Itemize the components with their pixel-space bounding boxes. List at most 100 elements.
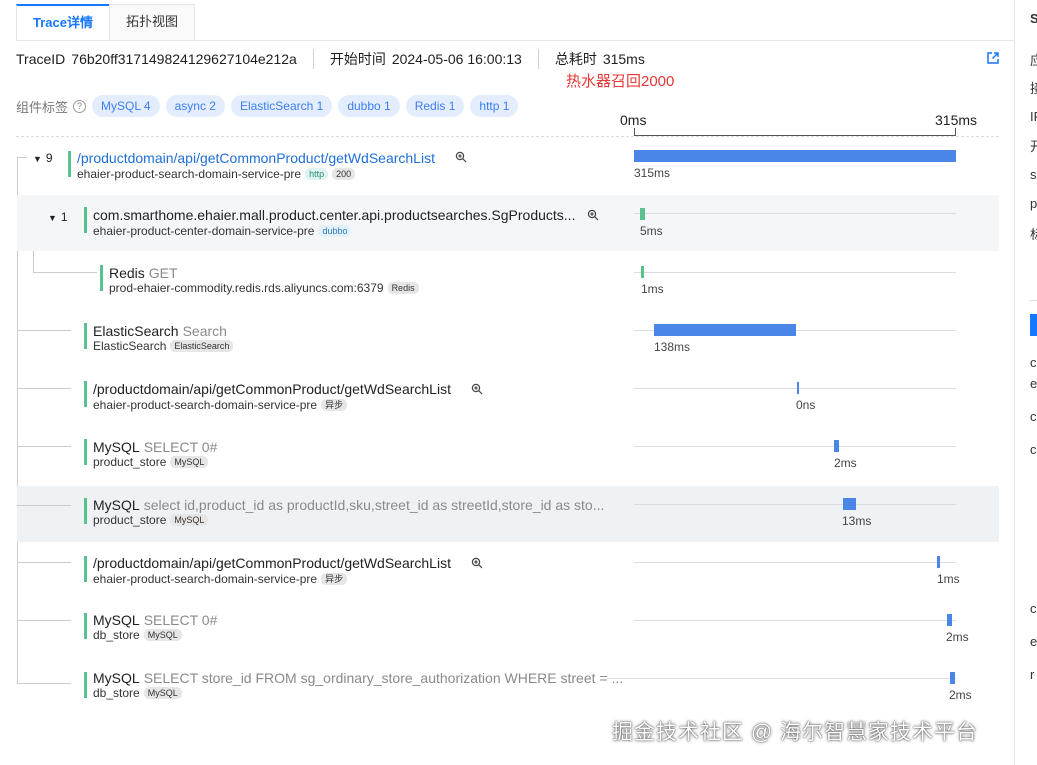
span-title[interactable]: /productdomain/api/getCommonProduct/getW… (93, 555, 451, 571)
span-duration: 1ms (937, 572, 960, 586)
span-marker (84, 439, 87, 465)
span-bar[interactable] (946, 614, 952, 626)
span-name: MySQL (93, 439, 140, 455)
zoom-icon[interactable] (471, 383, 483, 395)
tree-line (17, 446, 71, 447)
span-duration: 2ms (949, 688, 972, 702)
tag-http[interactable]: http 1 (470, 95, 519, 117)
trace-info-bar: TraceID 76b20ff317149824129627104e212a 开… (16, 49, 645, 69)
tree-line (17, 562, 71, 563)
child-count: 9 (45, 151, 53, 165)
tag-dubbo[interactable]: dubbo 1 (338, 95, 400, 117)
tab-trace-detail[interactable]: Trace详情 (16, 4, 110, 40)
start-time-value: 2024-05-06 16:00:13 (391, 51, 522, 67)
span-title[interactable]: MySQL SELECT 0# (93, 439, 217, 455)
span-title[interactable]: /productdomain/api/getCommonProduct/getW… (93, 381, 451, 397)
right-panel-button[interactable] (1030, 314, 1037, 336)
expand-toggle[interactable]: ▼ 9 (33, 151, 53, 165)
span-row[interactable]: Redis GET prod-ehaier-commodity.redis.rds… (17, 253, 999, 309)
total-duration-label: 总耗时 (554, 51, 597, 67)
service-name-line: ehaier-product-center-domain-service-pre… (93, 224, 352, 238)
span-title[interactable]: ElasticSearch Search (93, 323, 227, 339)
tab-divider (16, 40, 1015, 41)
child-count: 1 (60, 210, 68, 224)
right-panel-text: S (1030, 11, 1037, 26)
span-row[interactable]: /productdomain/api/getCommonProduct/getW… (17, 369, 999, 425)
right-panel-text: r (1030, 667, 1035, 682)
service-name-line: ehaier-product-search-domain-service-pre… (77, 167, 356, 181)
span-row[interactable]: MySQL SELECT store_id FROM sg_ordinary_st… (17, 659, 999, 715)
watermark: 掘金技术社区 @ 海尔智慧家技术平台 (612, 721, 978, 744)
span-title[interactable]: /productdomain/api/getCommonProduct/getW… (77, 150, 435, 166)
span-row[interactable]: ▼ 1 com.smarthome.ehaier.mall.product.cen… (17, 195, 999, 251)
span-bar[interactable] (796, 382, 799, 394)
span-name: /productdomain/api/getCommonProduct/getW… (93, 381, 451, 397)
span-row[interactable]: ElasticSearch Search ElasticSearch Elastic… (17, 311, 999, 367)
zoom-icon[interactable] (587, 209, 599, 221)
component-tags: 组件标签 ? MySQL 4 async 2 ElasticSearch 1 d… (16, 95, 524, 117)
protocol-badge: ElasticSearch (170, 340, 234, 352)
tree-line (17, 683, 71, 684)
span-row[interactable]: /productdomain/api/getCommonProduct/getW… (17, 543, 999, 599)
tab-topology-view[interactable]: 拓扑视图 (108, 4, 195, 40)
tag-async[interactable]: async 2 (165, 95, 225, 117)
zoom-icon[interactable] (455, 151, 467, 163)
span-title[interactable]: com.smarthome.ehaier.mall.product.center… (93, 207, 575, 223)
span-name: /productdomain/api/getCommonProduct/getW… (77, 150, 435, 166)
span-operation: Search (182, 323, 227, 339)
span-title[interactable]: Redis GET (109, 265, 178, 281)
caret-down-icon: ▼ (48, 213, 57, 223)
span-row[interactable]: ▼ 9 /productdomain/api/getCommonProduct/g… (17, 143, 999, 199)
span-row[interactable]: MySQL SELECT 0# db_store MySQL 2ms (17, 601, 999, 657)
span-bar[interactable] (640, 208, 646, 220)
span-bar[interactable] (936, 556, 940, 568)
open-external-icon[interactable] (986, 51, 1000, 65)
service-name: ehaier-product-center-domain-service-pre (93, 224, 315, 238)
right-panel-text: c (1030, 601, 1037, 616)
span-title[interactable]: MySQL SELECT store_id FROM sg_ordinary_st… (93, 670, 623, 686)
span-duration: 0ns (796, 398, 816, 412)
span-row[interactable]: MySQL SELECT 0# product_store MySQL 2ms (17, 427, 999, 483)
timeline-start-label: 0ms (620, 112, 647, 128)
service-name: product_store (93, 455, 167, 469)
span-name: Redis (109, 265, 145, 281)
right-panel-text: e (1030, 634, 1037, 649)
service-name-line: ehaier-product-search-domain-service-pre… (93, 398, 348, 412)
tag-redis[interactable]: Redis 1 (405, 95, 465, 117)
span-row[interactable]: MySQL select id,product_id as productId,s… (17, 486, 999, 542)
zoom-icon[interactable] (471, 557, 483, 569)
span-title[interactable]: MySQL SELECT 0# (93, 612, 217, 628)
span-operation: select id,product_id as productId,sku,st… (143, 497, 605, 513)
span-bar[interactable] (842, 498, 856, 510)
span-title[interactable]: MySQL select id,product_id as productId,s… (93, 497, 604, 513)
service-name: ehaier-product-search-domain-service-pre (93, 398, 318, 412)
service-name-line: ehaier-product-search-domain-service-pre… (93, 572, 348, 586)
help-icon[interactable]: ? (73, 99, 87, 113)
protocol-badge: MySQL (170, 514, 209, 526)
divider (537, 49, 539, 69)
protocol-badge: http (305, 168, 329, 180)
span-name: com.smarthome.ehaier.mall.product.center… (93, 207, 576, 223)
span-bar[interactable] (949, 672, 955, 684)
span-bar[interactable] (641, 266, 645, 278)
service-name-line: db_store MySQL (93, 686, 182, 700)
span-marker (84, 613, 87, 639)
trace-id-value: 76b20ff317149824129627104e212a (71, 51, 297, 67)
span-bar[interactable] (634, 150, 956, 162)
expand-toggle[interactable]: ▼ 1 (48, 210, 68, 224)
span-duration: 315ms (634, 166, 671, 180)
right-panel-text: 标 (1030, 227, 1037, 242)
span-operation: GET (148, 265, 178, 281)
span-marker (84, 207, 87, 233)
span-track (634, 388, 956, 389)
protocol-badge: MySQL (143, 687, 182, 699)
tag-elasticsearch[interactable]: ElasticSearch 1 (230, 95, 333, 117)
service-name: ElasticSearch (93, 339, 167, 353)
tag-mysql[interactable]: MySQL 4 (92, 95, 160, 117)
status-badge: 200 (332, 168, 356, 180)
right-panel-text: 开 (1030, 139, 1037, 154)
span-marker (84, 498, 87, 524)
service-name: ehaier-product-search-domain-service-pre (77, 167, 302, 181)
span-bar[interactable] (834, 440, 840, 452)
span-bar[interactable] (654, 324, 796, 336)
